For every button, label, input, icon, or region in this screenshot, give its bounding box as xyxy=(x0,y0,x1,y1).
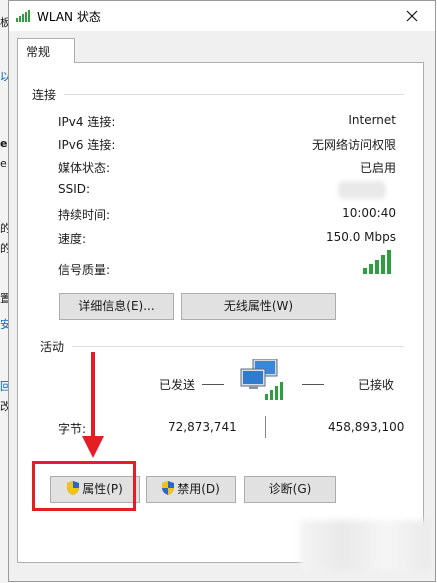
tab-label: 常规 xyxy=(26,45,51,59)
ipv6-value: 无网络访问权限 xyxy=(311,138,396,152)
ssid-label: SSID: xyxy=(58,182,91,196)
activity-group-label: 活动 xyxy=(40,340,65,354)
duration-value: 10:00:40 xyxy=(342,206,396,220)
title-bar[interactable]: WLAN 状态 xyxy=(9,1,435,31)
disable-label: 禁用(D) xyxy=(177,482,220,496)
sent-label: 已发送 xyxy=(159,378,196,392)
bytes-received-value: 458,893,100 xyxy=(328,420,405,434)
ipv6-label: IPv6 连接: xyxy=(58,138,116,152)
ipv4-label: IPv4 连接: xyxy=(58,115,116,129)
close-icon xyxy=(406,10,418,22)
signal-strength-icon xyxy=(363,250,391,274)
bytes-sent-value: 72,873,741 xyxy=(168,420,237,434)
network-computers-icon xyxy=(240,359,283,400)
watermark-blur xyxy=(300,520,430,570)
disable-button[interactable]: 禁用(D) xyxy=(146,476,236,503)
media-state-label: 媒体状态: xyxy=(58,161,111,175)
speed-label: 速度: xyxy=(58,232,87,246)
received-line xyxy=(302,384,324,385)
wifi-signal-icon xyxy=(16,10,30,22)
details-button[interactable]: 详细信息(E)... xyxy=(59,293,174,320)
close-button[interactable] xyxy=(389,1,435,31)
speed-value: 150.0 Mbps xyxy=(325,230,396,244)
received-label: 已接收 xyxy=(358,378,395,392)
highlight-box-annotation xyxy=(32,461,136,511)
media-state-value: 已启用 xyxy=(359,161,396,175)
ipv4-value: Internet xyxy=(348,113,396,127)
divider xyxy=(72,346,404,347)
uac-shield-icon xyxy=(162,481,175,495)
diagnose-button[interactable]: 诊断(G) xyxy=(244,476,336,503)
tab-general[interactable]: 常规 xyxy=(17,38,75,63)
duration-label: 持续时间: xyxy=(58,208,111,222)
signal-quality-label: 信号质量: xyxy=(58,263,111,277)
bytes-separator xyxy=(265,416,266,438)
connection-group-label: 连接 xyxy=(32,88,57,102)
red-arrow-annotation xyxy=(82,352,104,458)
sent-line xyxy=(202,384,224,385)
ssid-value-redacted xyxy=(338,181,386,199)
window-title: WLAN 状态 xyxy=(37,10,101,24)
wireless-properties-button[interactable]: 无线属性(W) xyxy=(181,293,336,320)
divider xyxy=(64,94,404,95)
